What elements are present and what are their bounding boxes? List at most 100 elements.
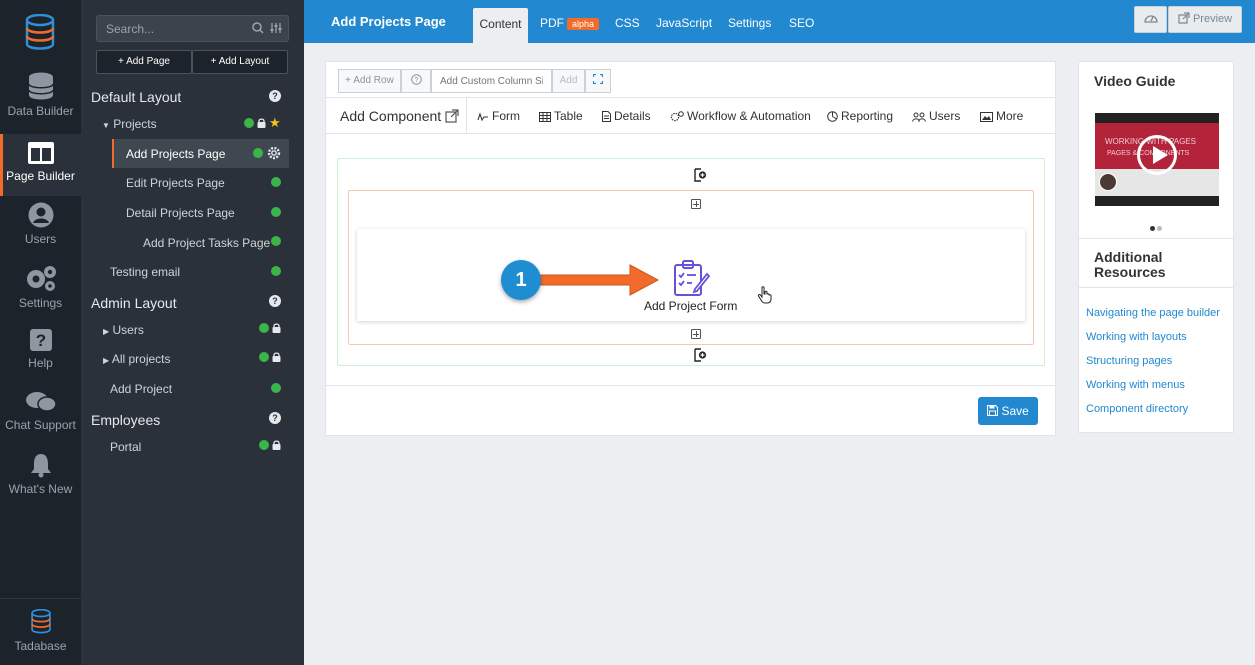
- lock-icon: [257, 118, 266, 128]
- add-component-button[interactable]: Add Component: [340, 108, 459, 124]
- help-icon[interactable]: ?: [269, 90, 281, 102]
- layout-icon: [27, 142, 54, 164]
- lock-icon: [272, 352, 281, 362]
- dashboard-button[interactable]: [1134, 6, 1167, 33]
- sidebar-item-label: Users: [112, 323, 144, 337]
- link-working-with-menus[interactable]: Working with menus: [1086, 379, 1185, 391]
- page-section-drop-zone[interactable]: [337, 158, 1045, 366]
- tab-css[interactable]: CSS: [615, 16, 640, 30]
- help-icon[interactable]: ?: [269, 295, 281, 307]
- rail-item-help[interactable]: ? Help: [0, 328, 81, 390]
- component-form[interactable]: Form: [477, 109, 520, 123]
- add-row-button[interactable]: + Add Row: [338, 69, 401, 93]
- chat-icon: [25, 392, 57, 412]
- section-admin-layout[interactable]: Admin Layout: [91, 295, 177, 311]
- alpha-badge: alpha: [567, 18, 600, 30]
- component-more[interactable]: More: [980, 109, 1023, 123]
- sidebar-item-users[interactable]: ▶ Users: [103, 323, 144, 337]
- sidebar-item-label: Projects: [113, 117, 157, 131]
- sidebar-item-all-projects[interactable]: ▶ All projects: [103, 352, 171, 366]
- status-dot: [259, 323, 269, 333]
- caret-down-icon: ▼: [102, 121, 110, 130]
- component-reporting[interactable]: Reporting: [827, 109, 893, 123]
- sidebar-item-portal[interactable]: Portal: [110, 440, 141, 454]
- search-icon[interactable]: [252, 22, 264, 34]
- tab-seo[interactable]: SEO: [789, 16, 814, 30]
- page-title: Add Projects Page: [331, 14, 446, 29]
- sidebar-item-projects[interactable]: ▼ Projects: [102, 117, 157, 131]
- rail-label: Help: [28, 356, 53, 370]
- star-icon[interactable]: ★: [269, 116, 281, 129]
- sidebar-item-label: Add Projects Page: [126, 147, 226, 161]
- add-column-bottom-icon[interactable]: [691, 329, 701, 339]
- link-working-with-layouts[interactable]: Working with layouts: [1086, 331, 1187, 343]
- svg-text:?: ?: [35, 331, 45, 350]
- status-dot: [271, 266, 281, 276]
- add-column-top-icon[interactable]: [691, 199, 701, 209]
- filter-sliders-icon[interactable]: [270, 22, 282, 34]
- divider: [466, 98, 467, 134]
- add-page-button[interactable]: + Add Page: [96, 50, 192, 74]
- custom-column-size-input[interactable]: [431, 69, 552, 93]
- rail-item-settings[interactable]: Settings: [0, 264, 81, 326]
- add-layout-button[interactable]: + Add Layout: [192, 50, 288, 74]
- link-navigating-page-builder[interactable]: Navigating the page builder: [1086, 307, 1220, 319]
- carousel-dots[interactable]: [1150, 218, 1164, 236]
- rail-item-data-builder[interactable]: Data Builder: [0, 72, 81, 134]
- rail-brand[interactable]: Tadabase: [0, 598, 81, 665]
- add-column-button[interactable]: Add: [552, 69, 585, 93]
- fullscreen-button[interactable]: [585, 69, 611, 93]
- tab-pdf[interactable]: PDF alpha: [540, 16, 600, 30]
- sidebar-item-add-project[interactable]: Add Project: [110, 382, 172, 396]
- sidebar-item-edit-projects-page[interactable]: Edit Projects Page: [126, 176, 225, 190]
- preview-button[interactable]: Preview: [1168, 6, 1242, 33]
- section-default-layout[interactable]: Default Layout: [91, 89, 181, 105]
- add-component-label: Add Component: [340, 108, 442, 124]
- section-employees[interactable]: Employees: [91, 412, 160, 428]
- status-dot: [244, 118, 254, 128]
- component-users[interactable]: Users: [912, 109, 960, 123]
- component-workflow[interactable]: Workflow & Automation: [670, 109, 811, 123]
- tadabase-logo-icon[interactable]: [24, 14, 56, 52]
- step-badge: 1: [501, 260, 541, 300]
- sidebar-item-testing-email[interactable]: Testing email: [110, 265, 180, 279]
- rail-item-users[interactable]: Users: [0, 202, 81, 264]
- play-icon[interactable]: [1137, 135, 1177, 175]
- search-input[interactable]: Search...: [96, 15, 289, 42]
- status-dot: [271, 236, 281, 246]
- tab-settings[interactable]: Settings: [728, 16, 771, 30]
- tab-javascript[interactable]: JavaScript: [656, 16, 712, 30]
- gear-icon[interactable]: [267, 146, 281, 160]
- add-section-icon[interactable]: [693, 168, 707, 182]
- image-icon: [980, 112, 993, 122]
- row-container[interactable]: [348, 190, 1034, 345]
- rail-item-page-builder[interactable]: Page Builder: [0, 134, 81, 196]
- external-link-icon: [1178, 12, 1190, 24]
- additional-resources-title: Additional Resources: [1094, 249, 1166, 280]
- sidebar-item-add-project-tasks-page[interactable]: Add Project Tasks Page: [143, 236, 270, 250]
- add-section-icon[interactable]: [693, 348, 707, 362]
- component-table[interactable]: Table: [539, 109, 583, 123]
- rail-item-whats-new[interactable]: What's New: [0, 452, 81, 514]
- status-dot: [253, 148, 263, 158]
- sidebar-item-detail-projects-page[interactable]: Detail Projects Page: [126, 206, 235, 220]
- save-button[interactable]: Save: [978, 397, 1038, 425]
- link-component-directory[interactable]: Component directory: [1086, 403, 1188, 415]
- search-placeholder: Search...: [106, 22, 155, 36]
- rail-label: Settings: [18, 296, 63, 310]
- annotation-arrow-icon: [538, 264, 660, 296]
- link-structuring-pages[interactable]: Structuring pages: [1086, 355, 1172, 367]
- rail-item-chat-support[interactable]: Chat Support: [0, 390, 81, 452]
- help-icon[interactable]: ?: [269, 412, 281, 424]
- avatar: [1099, 173, 1117, 191]
- video-thumbnail[interactable]: WORKING WITH PAGES PAGES & COMPONENTS: [1095, 113, 1219, 206]
- component-label: More: [996, 109, 1024, 123]
- help-button[interactable]: ?: [401, 69, 431, 93]
- component-details[interactable]: Details: [602, 109, 651, 123]
- status-dot: [259, 440, 269, 450]
- rail-label: Chat Support: [5, 418, 76, 432]
- tab-content[interactable]: Content: [473, 8, 528, 43]
- floppy-disk-icon: [987, 404, 999, 417]
- status-dot: [271, 383, 281, 393]
- cogs-icon: [670, 111, 684, 122]
